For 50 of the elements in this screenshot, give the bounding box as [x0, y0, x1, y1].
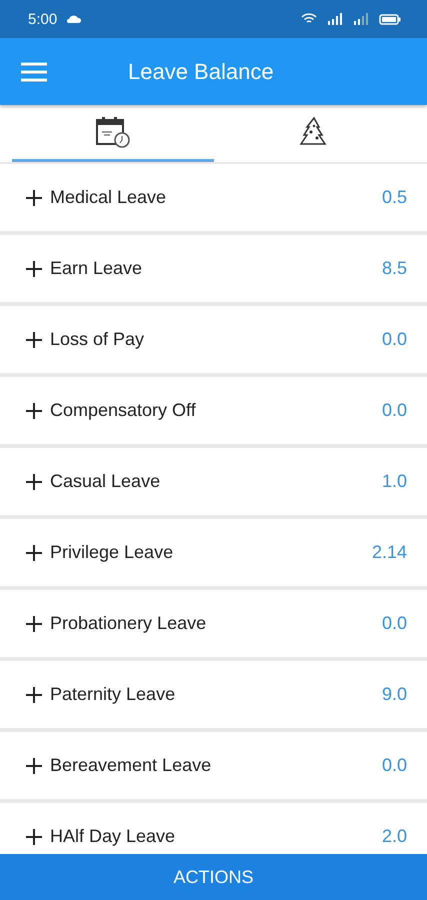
- leave-balance: 0.5: [382, 187, 407, 208]
- leave-type: Probationery Leave: [50, 613, 208, 634]
- status-time: 5:00: [28, 10, 58, 28]
- leave-row[interactable]: Medical Leave 0.5: [0, 164, 427, 231]
- menu-button[interactable]: [20, 60, 48, 82]
- calendar-clock-icon: [96, 116, 130, 148]
- leave-row[interactable]: Casual Leave 1.0: [0, 448, 427, 515]
- leave-balance: 2.0: [382, 826, 407, 847]
- leave-type: Bereavement Leave: [50, 755, 212, 776]
- leave-balance: 1.0: [382, 471, 407, 492]
- leave-row[interactable]: Loss of Pay 0.0: [0, 306, 427, 373]
- leave-balance: 9.0: [382, 684, 407, 705]
- leave-balance: 8.5: [382, 258, 407, 279]
- leave-type: Earn Leave: [50, 258, 144, 279]
- leave-row[interactable]: HAlf Day Leave 2.0: [0, 803, 427, 854]
- leave-row[interactable]: Compensatory Off 0.0: [0, 377, 427, 444]
- plus-icon[interactable]: [26, 332, 42, 348]
- leave-row[interactable]: Probationery Leave 0.0: [0, 590, 427, 657]
- leave-balance: 0.0: [382, 400, 407, 421]
- battery-icon: [379, 14, 401, 24]
- plus-icon[interactable]: [26, 474, 42, 490]
- plus-icon[interactable]: [26, 260, 42, 276]
- leave-balance: 0.0: [382, 329, 407, 350]
- leave-type: Paternity Leave: [50, 684, 176, 705]
- leave-row[interactable]: Bereavement Leave 0.0: [0, 732, 427, 799]
- leave-type: Medical Leave: [50, 187, 168, 208]
- leave-row[interactable]: Privilege Leave 2.14: [0, 519, 427, 586]
- screen-title: Leave Balance: [128, 58, 274, 84]
- leave-type: Privilege Leave: [50, 542, 174, 563]
- leave-type: Loss of Pay: [50, 329, 146, 350]
- leave-balance: 0.0: [382, 613, 407, 634]
- plus-icon[interactable]: [26, 544, 42, 560]
- wifi-icon: [301, 13, 317, 25]
- leave-balance: 0.0: [382, 755, 407, 776]
- leave-balance: 2.14: [372, 542, 407, 563]
- plus-icon[interactable]: [26, 686, 42, 702]
- cloud-icon: [67, 15, 82, 23]
- signal-icon: [327, 13, 343, 25]
- plus-icon[interactable]: [26, 616, 42, 632]
- plus-icon[interactable]: [26, 828, 42, 844]
- leave-type: HAlf Day Leave: [50, 826, 176, 847]
- plus-icon[interactable]: [26, 758, 42, 774]
- leave-row[interactable]: Earn Leave 8.5: [0, 235, 427, 302]
- actions-button[interactable]: ACTIONS: [0, 854, 427, 900]
- leave-type: Compensatory Off: [50, 400, 197, 421]
- signal-icon: [353, 13, 369, 25]
- plus-icon[interactable]: [26, 402, 42, 418]
- leave-row[interactable]: Paternity Leave 9.0: [0, 661, 427, 728]
- leave-type: Casual Leave: [50, 471, 162, 492]
- plus-icon[interactable]: [26, 190, 42, 206]
